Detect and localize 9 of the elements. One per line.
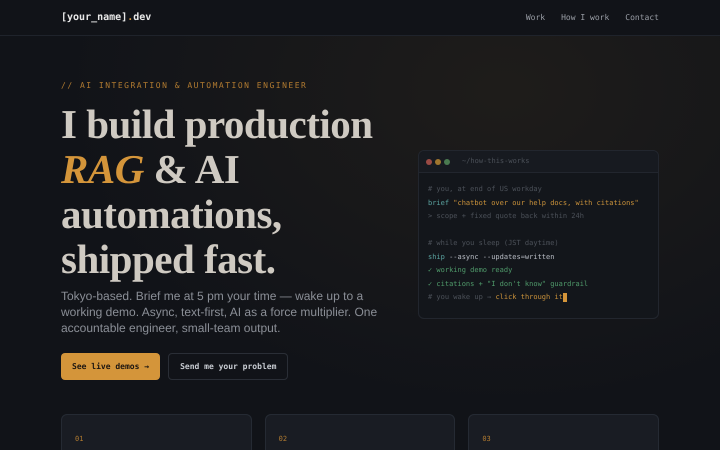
headline: I build production RAG & AI automations, shipped fast. [61, 102, 373, 282]
site-logo[interactable]: [your_name].dev [61, 10, 152, 25]
nav-link[interactable]: Contact [625, 12, 659, 24]
eyebrow-text: // AI INTEGRATION & AUTOMATION ENGINEER [61, 80, 308, 92]
nav-link[interactable]: Work [526, 12, 546, 24]
intro-paragraph: Tokyo-based. Brief me at 5 pm your time — wake up to a working demo. Async, text-first, AI as a force multiplier. One accountable engineer, small-team output. [61, 288, 378, 336]
primary-button[interactable]: See live demos → [61, 353, 160, 380]
nav-link[interactable]: How I work [561, 12, 610, 24]
secondary-button[interactable]: Send me your problem [168, 353, 288, 380]
